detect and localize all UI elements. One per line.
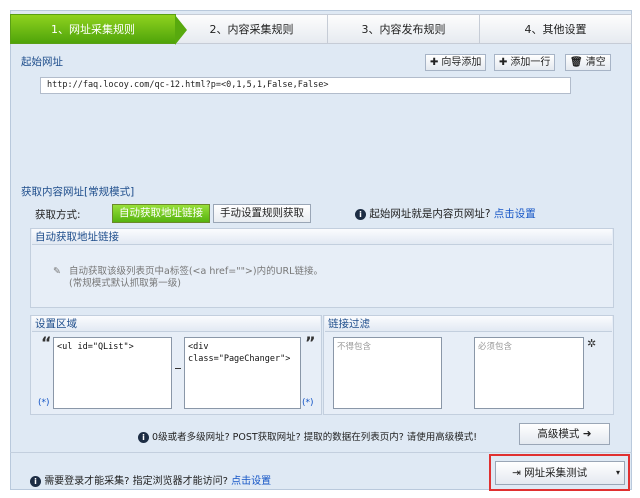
advanced-hint: i 0级或者多级网址? POST获取网址? 提取的数据在列表页内? 请使用高级模… <box>138 429 477 443</box>
info-icon: i <box>355 209 366 220</box>
button-label: 添加一行 <box>510 57 551 68</box>
plus-icon: ✚ <box>430 57 439 68</box>
panel-header: 设置区域 <box>32 316 320 332</box>
info-icon: i <box>138 432 149 443</box>
tab-label: 3、内容发布规则 <box>361 23 446 36</box>
mode-badge: [常规模式] <box>84 186 135 198</box>
trash-icon: 🗑 <box>570 57 583 68</box>
button-label: 清空 <box>585 57 606 68</box>
method-label: 获取方式: <box>35 209 81 221</box>
tab-label: 4、其他设置 <box>524 23 587 36</box>
divider <box>10 452 632 453</box>
add-line-button[interactable]: ✚ 添加一行 <box>494 54 556 71</box>
panel-header: 链接过滤 <box>325 316 612 332</box>
tab-content-rules[interactable]: 2、内容采集规则 <box>176 14 328 44</box>
plus-icon: ✚ <box>499 57 508 68</box>
arrow-right-icon: ➜ <box>582 428 592 440</box>
include-textarea[interactable]: 必须包含 <box>474 337 584 409</box>
step-tabs: 1、网址采集规则 2、内容采集规则 3、内容发布规则 4、其他设置 <box>10 14 632 45</box>
gear-icon[interactable]: ✲ <box>587 337 596 350</box>
button-label: 向导添加 <box>441 57 482 68</box>
info-icon: i <box>30 476 41 487</box>
start-is-content-hint: i 起始网址就是内容页网址? 点击设置 <box>355 206 536 221</box>
wildcard-right[interactable]: (*) <box>302 398 314 408</box>
range-dash <box>175 368 181 369</box>
set-link[interactable]: 点击设置 <box>494 208 536 220</box>
url-test-button[interactable]: ⇥ 网址采集测试 ▾ <box>495 461 625 485</box>
paperclip-icon: ✎ <box>53 266 61 277</box>
manual-rule-button[interactable]: 手动设置规则获取 <box>213 204 311 223</box>
tab-url-rules[interactable]: 1、网址采集规则 <box>10 14 187 45</box>
quote-open-icon: “ <box>41 333 52 352</box>
exclude-textarea[interactable]: 不得包含 <box>333 337 442 409</box>
dropdown-arrow-icon[interactable]: ▾ <box>616 462 620 484</box>
end-pattern-textarea[interactable]: <div class="PageChanger"> <box>184 337 301 409</box>
placeholder: 不得包含 <box>337 342 372 352</box>
start-url-input[interactable]: http://faq.locoy.com/qc-12.html?p=<0,1,5… <box>40 77 571 94</box>
tab-publish-rules[interactable]: 3、内容发布规则 <box>328 14 480 44</box>
start-url-label: 起始网址 <box>21 56 63 68</box>
add-wizard-button[interactable]: ✚ 向导添加 <box>425 54 487 71</box>
desc-line: 自动获取该级列表页中a标签(<a href="">)内的URL链接。 <box>69 266 323 277</box>
wildcard-left[interactable]: (*) <box>38 398 50 408</box>
export-icon: ⇥ <box>512 467 521 479</box>
auto-link-panel: 自动获取地址链接 ✎ 自动获取该级列表页中a标签(<a href="">)内的U… <box>30 228 614 308</box>
button-label: 高级模式 <box>537 428 580 440</box>
desc-line: (常规模式默认抓取第一级) <box>69 278 181 289</box>
auto-link-desc: ✎ 自动获取该级列表页中a标签(<a href="">)内的URL链接。 (常规… <box>53 266 323 290</box>
tab-other-settings[interactable]: 4、其他设置 <box>480 14 632 44</box>
button-label: 网址采集测试 <box>524 467 588 479</box>
login-hint: i 需要登录才能采集? 指定浏览器才能访问? 点击设置 <box>30 472 271 487</box>
quote-close-icon: ” <box>305 333 316 352</box>
hint-text: 需要登录才能采集? 指定浏览器才能访问? <box>44 476 228 487</box>
panel-header: 自动获取地址链接 <box>32 229 612 245</box>
start-pattern-textarea[interactable]: <ul id="QList"> <box>53 337 172 409</box>
clear-button[interactable]: 🗑 清空 <box>565 54 611 71</box>
tab-label: 2、内容采集规则 <box>209 23 294 36</box>
login-set-link[interactable]: 点击设置 <box>231 476 271 487</box>
hint-text: 起始网址就是内容页网址? <box>369 208 491 220</box>
tab-label: 1、网址采集规则 <box>51 23 135 36</box>
active-step-arrow <box>175 15 187 45</box>
advanced-mode-button[interactable]: 高级模式 ➜ <box>519 423 610 445</box>
hint-text: 0级或者多级网址? POST获取网址? 提取的数据在列表页内? 请使用高级模式! <box>152 432 478 443</box>
placeholder: 必须包含 <box>478 342 513 352</box>
section-title: 获取内容网址 <box>21 186 84 198</box>
auto-fetch-button[interactable]: 自动获取地址链接 <box>112 204 210 223</box>
content-url-label: 获取内容网址[常规模式] <box>21 184 134 199</box>
